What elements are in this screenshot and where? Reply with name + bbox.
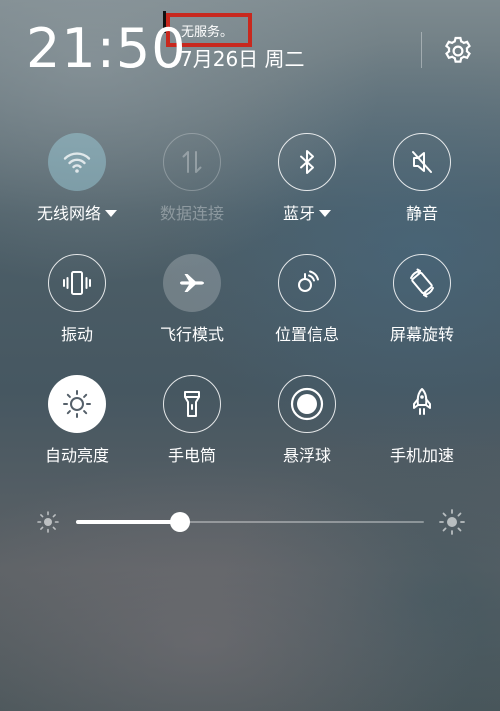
tile-label: 数据连接 (159, 204, 224, 223)
tile-label: 手机加速 (389, 446, 454, 465)
vibrate-toggle[interactable] (48, 254, 106, 312)
booster-toggle[interactable] (393, 375, 451, 433)
rotate-icon (410, 268, 434, 298)
tile-auto-brightness[interactable]: 自动亮度 (27, 375, 127, 466)
tile-flashlight[interactable]: 手电筒 (142, 375, 242, 466)
wifi-icon (63, 152, 91, 173)
tile-bluetooth[interactable]: 蓝牙 (257, 133, 357, 224)
wifi-toggle[interactable] (48, 133, 106, 191)
airplane-toggle[interactable] (163, 254, 221, 312)
tile-wifi[interactable]: 无线网络 (27, 133, 127, 224)
location-toggle[interactable] (278, 254, 336, 312)
mobile-data-toggle[interactable] (163, 133, 221, 191)
tile-rotation[interactable]: 屏幕旋转 (372, 254, 472, 345)
carrier-status: 无服务。 (181, 25, 234, 40)
data-arrows-icon (182, 151, 202, 173)
tile-label: 位置信息 (274, 325, 339, 344)
header-divider (421, 32, 422, 68)
dropdown-caret-icon[interactable] (319, 210, 331, 217)
brightness-high-icon (439, 509, 465, 535)
tile-airplane[interactable]: 飞行模式 (142, 254, 242, 345)
airplane-icon (180, 274, 204, 292)
brightness-auto-icon (63, 390, 91, 418)
floating-ball-icon (290, 387, 324, 421)
tile-label: 无线网络 (27, 204, 127, 224)
tile-label: 手电筒 (167, 446, 216, 465)
slider-fill (76, 520, 181, 524)
tile-vibrate[interactable]: 振动 (27, 254, 127, 345)
tile-location[interactable]: 位置信息 (257, 254, 357, 345)
bluetooth-icon (300, 150, 314, 174)
settings-button[interactable] (439, 32, 477, 70)
tile-mute[interactable]: 静音 (372, 133, 472, 224)
tile-label: 自动亮度 (44, 446, 109, 465)
rocket-icon (413, 388, 431, 415)
rotation-toggle[interactable] (393, 254, 451, 312)
tile-label: 蓝牙 (257, 204, 357, 224)
floating-ball-toggle[interactable] (278, 375, 336, 433)
tile-label: 飞行模式 (159, 325, 224, 344)
tile-label: 振动 (60, 325, 93, 344)
tile-floating-ball[interactable]: 悬浮球 (257, 375, 357, 466)
slider-thumb[interactable] (170, 512, 191, 532)
mute-toggle[interactable] (393, 133, 451, 191)
tile-label: 屏幕旋转 (389, 325, 454, 344)
flashlight-toggle[interactable] (163, 375, 221, 433)
brightness-slider[interactable] (36, 506, 466, 538)
flashlight-icon (184, 391, 200, 417)
bluetooth-toggle[interactable] (278, 133, 336, 191)
vibrate-icon (63, 271, 91, 295)
dropdown-caret-icon[interactable] (105, 210, 117, 217)
date: 7月26日 周二 (180, 47, 305, 71)
brightness-low-icon (37, 511, 59, 533)
tile-booster[interactable]: 手机加速 (372, 375, 472, 466)
clock: 21:50 (26, 17, 187, 80)
tile-label: 悬浮球 (282, 446, 331, 465)
location-icon (298, 270, 319, 292)
auto-brightness-toggle[interactable] (48, 375, 106, 433)
tile-mobile-data[interactable]: 数据连接 (142, 133, 242, 224)
mute-icon (412, 151, 432, 173)
tile-label: 静音 (405, 204, 438, 223)
gear-icon (444, 36, 471, 63)
